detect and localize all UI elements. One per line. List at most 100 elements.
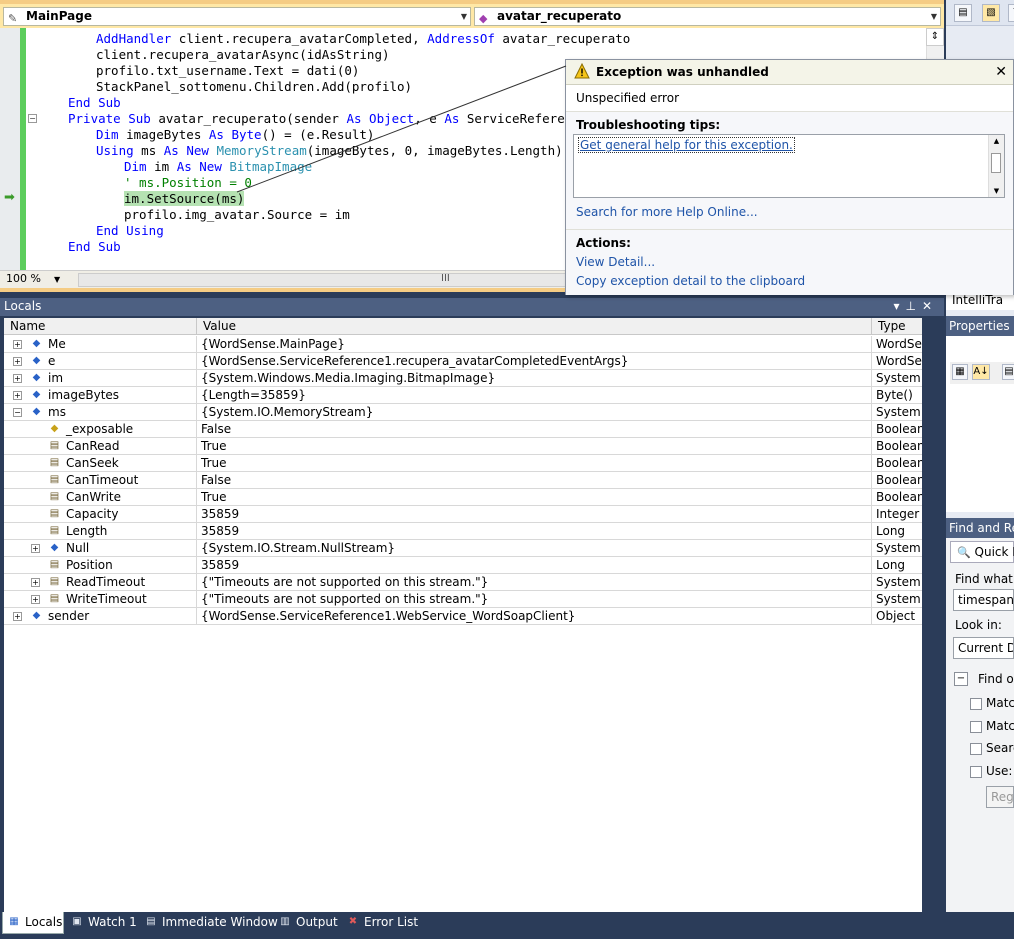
cell-value[interactable]: {System.IO.MemoryStream} xyxy=(197,404,872,421)
table-row[interactable]: − ◆ ms {System.IO.MemoryStream} System.I xyxy=(4,404,922,421)
view-detail-link[interactable]: View Detail... xyxy=(576,255,655,269)
table-row[interactable]: + ◆ im {System.Windows.Media.Imaging.Bitmap… xyxy=(4,370,922,387)
locals-icon: ▦ xyxy=(9,916,19,927)
table-row[interactable]: + ◆ imageBytes {Length=35859} Byte() xyxy=(4,387,922,404)
search-help-online-link[interactable]: Search for more Help Online... xyxy=(576,205,758,219)
zoom-dropdown[interactable]: 100 % ▼ xyxy=(2,272,62,287)
match-whole-word-checkbox[interactable] xyxy=(970,721,982,733)
method-dropdown-value: avatar_recuperato xyxy=(497,9,622,23)
expand-icon[interactable]: + xyxy=(31,578,40,587)
field-icon: ◆ xyxy=(32,406,41,417)
cell-value[interactable]: 35859 xyxy=(197,557,872,574)
tab-immediate-window[interactable]: ▤ Immediate Window xyxy=(140,912,278,934)
tab-locals[interactable]: ▦ Locals xyxy=(2,912,64,934)
cell-name: ▤ Length xyxy=(4,523,197,540)
table-row[interactable]: ▤ Length 35859 Long xyxy=(4,523,922,540)
alphabetical-sort-icon[interactable]: A↓ xyxy=(972,364,990,380)
collapse-find-options-icon[interactable]: − xyxy=(954,672,968,686)
local-name: CanRead xyxy=(66,439,120,453)
match-case-checkbox[interactable] xyxy=(970,698,982,710)
close-icon[interactable]: ✕ xyxy=(922,299,938,313)
tab-label: Locals xyxy=(25,915,63,929)
expand-icon[interactable]: + xyxy=(13,374,22,383)
cell-name: ▤ CanTimeout xyxy=(4,472,197,489)
tab-watch[interactable]: ▣ Watch 1 xyxy=(66,912,140,934)
table-row[interactable]: + ▤ ReadTimeout {"Timeouts are not supporte… xyxy=(4,574,922,591)
property-icon: ▤ xyxy=(49,457,60,468)
method-dropdown[interactable]: ◆ avatar_recuperato ▼ xyxy=(474,7,941,26)
cell-type: Boolean xyxy=(876,456,922,470)
locals-grid[interactable]: Name Value Type + ◆ Me {WordSense.MainPage}… xyxy=(4,318,922,912)
table-row[interactable]: + ◆ e {WordSense.ServiceReference1.recupera… xyxy=(4,353,922,370)
quick-find-tab[interactable]: 🔍 Quick F xyxy=(950,541,1014,563)
table-row[interactable]: + ◆ sender {WordSense.ServiceReference1.Web… xyxy=(4,608,922,625)
cell-value[interactable]: {WordSense.ServiceReference1.recupera_av… xyxy=(197,353,872,370)
class-dropdown[interactable]: ✎ MainPage ▼ xyxy=(3,7,471,26)
dropdown-icon[interactable]: ▾ xyxy=(893,299,905,313)
table-row[interactable]: ◆ _exposable False Boolean xyxy=(4,421,922,438)
table-row[interactable]: ▤ CanTimeout False Boolean xyxy=(4,472,922,489)
regex-select[interactable]: Regu xyxy=(986,786,1014,808)
table-row[interactable]: ▤ CanSeek True Boolean xyxy=(4,455,922,472)
collapse-icon[interactable]: − xyxy=(13,408,22,417)
editor-horizontal-scrollbar[interactable]: III xyxy=(78,273,568,287)
cell-value[interactable]: {"Timeouts are not supported on this str… xyxy=(197,591,872,608)
general-help-link[interactable]: Get general help for this exception. xyxy=(578,137,795,153)
use-checkbox[interactable] xyxy=(970,766,982,778)
cell-name: ▤ CanSeek xyxy=(4,455,197,472)
cell-value[interactable]: False xyxy=(197,472,872,489)
cell-value[interactable]: {System.Windows.Media.Imaging.BitmapImag… xyxy=(197,370,872,387)
table-row[interactable]: ▤ CanRead True Boolean xyxy=(4,438,922,455)
expand-icon[interactable]: + xyxy=(13,357,22,366)
refresh-icon[interactable]: ↻ xyxy=(1008,4,1014,22)
cell-value[interactable]: 35859 xyxy=(197,523,872,540)
properties-page-icon[interactable]: ▤ xyxy=(954,4,972,22)
expand-icon[interactable]: + xyxy=(13,391,22,400)
search-up-checkbox[interactable] xyxy=(970,743,982,755)
scroll-thumb[interactable] xyxy=(991,153,1001,173)
split-icon[interactable]: ⇕ xyxy=(926,28,944,46)
property-pages-icon[interactable]: ▤ xyxy=(1002,364,1014,380)
cell-value[interactable]: 35859 xyxy=(197,506,872,523)
look-in-select[interactable]: Current Do xyxy=(953,637,1014,659)
tips-scrollbar[interactable]: ▲ ▼ xyxy=(988,135,1004,197)
cell-value[interactable]: {WordSense.MainPage} xyxy=(197,336,872,353)
pin-icon[interactable]: ⊥ xyxy=(905,299,921,313)
expand-icon[interactable]: + xyxy=(31,595,40,604)
cell-value[interactable]: {"Timeouts are not supported on this str… xyxy=(197,574,872,591)
find-what-input[interactable]: timespan xyxy=(953,589,1014,611)
cell-value[interactable]: False xyxy=(197,421,872,438)
table-row[interactable]: + ◆ Null {System.IO.Stream.NullStream} Syste… xyxy=(4,540,922,557)
table-row[interactable]: + ▤ WriteTimeout {"Timeouts are not support… xyxy=(4,591,922,608)
cell-type: Integer xyxy=(876,507,920,521)
table-row[interactable]: ▤ CanWrite True Boolean xyxy=(4,489,922,506)
table-row[interactable]: ▤ Capacity 35859 Integer xyxy=(4,506,922,523)
expand-icon[interactable]: + xyxy=(13,340,22,349)
table-row[interactable]: + ◆ Me {WordSense.MainPage} WordSer xyxy=(4,336,922,353)
cell-value[interactable]: {WordSense.ServiceReference1.WebService_… xyxy=(197,608,872,625)
collapse-icon[interactable]: − xyxy=(28,114,37,123)
cell-value[interactable]: True xyxy=(197,455,872,472)
tab-output[interactable]: ▥ Output xyxy=(274,912,340,934)
code-line: profilo.img_avatar.Source = im xyxy=(124,207,350,222)
column-header-value[interactable]: Value xyxy=(197,318,872,335)
code-line: End Sub xyxy=(68,95,121,110)
cell-value[interactable]: True xyxy=(197,438,872,455)
expand-icon[interactable]: + xyxy=(13,612,22,621)
editor-gutter[interactable]: ➡ xyxy=(0,28,20,270)
categorized-icon[interactable]: ▦ xyxy=(952,364,968,380)
scroll-up-icon[interactable]: ▲ xyxy=(989,137,1004,145)
cell-value[interactable]: True xyxy=(197,489,872,506)
copy-exception-link[interactable]: Copy exception detail to the clipboard xyxy=(576,274,805,288)
cell-name: ◆ _exposable xyxy=(4,421,197,438)
column-header-type[interactable]: Type xyxy=(872,318,922,335)
tab-error-list[interactable]: ✖ Error List xyxy=(342,912,422,934)
show-all-files-icon[interactable]: ▧ xyxy=(982,4,1000,22)
cell-value[interactable]: {Length=35859} xyxy=(197,387,872,404)
table-row[interactable]: ▤ Position 35859 Long xyxy=(4,557,922,574)
cell-value[interactable]: {System.IO.Stream.NullStream} xyxy=(197,540,872,557)
scroll-down-icon[interactable]: ▼ xyxy=(989,187,1004,195)
column-header-name[interactable]: Name xyxy=(4,318,197,335)
close-icon[interactable]: ✕ xyxy=(995,60,1007,84)
expand-icon[interactable]: + xyxy=(31,544,40,553)
